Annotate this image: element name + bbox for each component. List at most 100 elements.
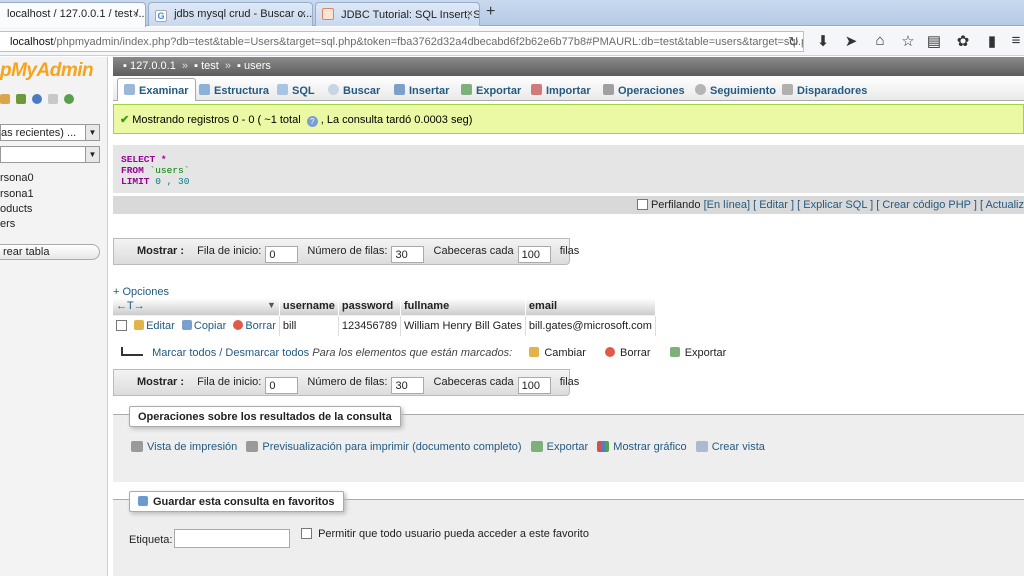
- show-chart-label: Mostrar gráfico: [613, 441, 687, 453]
- delete-icon: [604, 347, 615, 357]
- headers-every-input[interactable]: 100: [517, 377, 551, 394]
- bookmark-label-input[interactable]: [174, 529, 290, 548]
- tree-item-persona0[interactable]: rsona0: [0, 172, 34, 184]
- sql-keyword: FROM: [121, 165, 144, 176]
- chevron-down-icon[interactable]: ▼: [267, 300, 276, 310]
- export-results-label: Exportar: [546, 441, 589, 453]
- breadcrumb-database[interactable]: test: [201, 60, 219, 72]
- create-table-button[interactable]: rear tabla: [0, 244, 100, 260]
- delete-label: Borrar: [620, 347, 651, 359]
- start-row-input[interactable]: 0: [265, 246, 299, 263]
- tab-label: Disparadores: [797, 85, 868, 97]
- headers-every-input[interactable]: 100: [517, 246, 551, 263]
- tab-buscar[interactable]: Buscar: [321, 78, 387, 100]
- tab-label: Operaciones: [618, 85, 685, 97]
- print-full-link[interactable]: Previsualización para imprimir (document…: [246, 441, 522, 453]
- table-icon: ▪: [237, 60, 241, 72]
- options-link[interactable]: + Opciones: [113, 286, 169, 298]
- bookmark-public-option[interactable]: Permitir que todo usuario pueda acceder …: [301, 528, 589, 540]
- download-icon[interactable]: ⬇: [814, 32, 832, 50]
- tab-operaciones[interactable]: Operaciones: [596, 78, 692, 100]
- create-php-code-link[interactable]: [ Crear código PHP ]: [876, 199, 977, 211]
- tab-sql[interactable]: SQL: [270, 78, 322, 100]
- send-icon[interactable]: ➤: [842, 32, 860, 50]
- print-view-link[interactable]: Vista de impresión: [131, 441, 237, 453]
- menu-icon[interactable]: ≡: [1007, 32, 1024, 49]
- copy-row-link[interactable]: Copiar: [194, 320, 226, 332]
- cell-password[interactable]: 123456789: [338, 314, 401, 336]
- arrow-up-icon: [121, 347, 143, 356]
- tab-seguimiento[interactable]: Seguimiento: [688, 78, 783, 100]
- column-arrows-icon[interactable]: ←T→: [116, 300, 145, 312]
- row-checkbox[interactable]: [116, 319, 127, 331]
- tree-item-products[interactable]: oducts: [0, 203, 32, 215]
- tab-label: Importar: [546, 85, 591, 97]
- star-icon[interactable]: ☆: [899, 32, 917, 50]
- reload-nav-icon[interactable]: [64, 94, 74, 104]
- tree-item-persona1[interactable]: rsona1: [0, 188, 34, 200]
- bookmark-public-label: Permitir que todo usuario pueda acceder …: [318, 528, 589, 540]
- tab-examinar[interactable]: Examinar: [117, 78, 196, 101]
- cell-email[interactable]: bill.gates@microsoft.com: [525, 314, 656, 336]
- reading-list-icon[interactable]: ▤: [925, 32, 943, 50]
- export-selected-button[interactable]: Exportar: [666, 347, 726, 359]
- tab-insertar[interactable]: Insertar: [387, 78, 456, 100]
- show-chart-link[interactable]: Mostrar gráfico: [597, 441, 687, 453]
- edit-query-link[interactable]: [ Editar ]: [753, 199, 794, 211]
- close-tab-icon[interactable]: ×: [300, 8, 306, 20]
- home-icon[interactable]: ⌂: [871, 32, 889, 49]
- delete-row-link[interactable]: Borrar: [245, 320, 276, 332]
- home-icon[interactable]: [0, 94, 10, 104]
- change-selected-button[interactable]: Cambiar: [525, 347, 586, 359]
- column-header-password[interactable]: password: [338, 298, 401, 315]
- create-view-link[interactable]: Crear vista: [695, 441, 765, 453]
- extension-icon[interactable]: ✿: [954, 32, 972, 50]
- database-select[interactable]: ▼: [0, 146, 100, 163]
- sql-limit-values: 0 , 30: [149, 176, 190, 187]
- close-tab-icon[interactable]: ×: [133, 8, 139, 20]
- sort-arrows-header[interactable]: ←T→ ▼: [113, 298, 280, 315]
- refresh-link[interactable]: [ Actualiz: [980, 199, 1024, 211]
- table-tabs: Examinar Estructura SQL Buscar Insertar …: [113, 76, 1024, 101]
- check-all-link[interactable]: Marcar todos / Desmarcar todos: [152, 347, 309, 359]
- explain-sql-link[interactable]: [ Explicar SQL ]: [797, 199, 873, 211]
- recent-tables-select[interactable]: as recientes) ... ▼: [0, 124, 100, 141]
- browser-tab-google-search[interactable]: G jdbs mysql crud - Buscar c... ×: [148, 2, 313, 26]
- browser-tab-strip: localhost / 127.0.0.1 / test /... × G jd…: [0, 0, 1024, 27]
- breadcrumb-table[interactable]: users: [244, 60, 271, 72]
- logout-icon[interactable]: [16, 94, 26, 104]
- edit-row-link[interactable]: Editar: [146, 320, 175, 332]
- docs-icon[interactable]: [48, 94, 58, 104]
- new-tab-button[interactable]: +: [486, 3, 495, 21]
- tab-estructura[interactable]: Estructura: [192, 78, 276, 100]
- column-header-fullname[interactable]: fullname: [400, 298, 526, 315]
- rows-count-input[interactable]: 30: [391, 246, 425, 263]
- reload-icon[interactable]: ↻: [788, 34, 799, 50]
- tab-disparadores[interactable]: Disparadores: [775, 78, 874, 100]
- column-header-email[interactable]: email: [525, 298, 656, 315]
- help-icon[interactable]: [32, 94, 42, 104]
- bookmark-public-checkbox[interactable]: [301, 528, 312, 539]
- address-bar[interactable]: localhost/phpmyadmin/index.php?db=test&t…: [0, 31, 804, 52]
- battery-icon[interactable]: ▮: [983, 32, 1001, 50]
- query-operations-legend: Operaciones sobre los resultados de la c…: [129, 406, 401, 427]
- tab-importar[interactable]: Importar: [524, 78, 598, 100]
- column-header-username[interactable]: username: [279, 298, 339, 315]
- inline-edit-link[interactable]: [En línea]: [704, 199, 750, 211]
- phpmyadmin-logo[interactable]: pMyAdmin: [0, 60, 94, 82]
- breadcrumb-server[interactable]: 127.0.0.1: [130, 60, 176, 72]
- start-row-input[interactable]: 0: [265, 377, 299, 394]
- profiling-checkbox[interactable]: [636, 199, 648, 210]
- close-tab-icon[interactable]: ×: [467, 8, 473, 20]
- cell-username[interactable]: bill: [279, 314, 339, 336]
- help-icon[interactable]: ?: [306, 116, 318, 127]
- cell-fullname[interactable]: William Henry Bill Gates: [400, 314, 526, 336]
- export-results-link[interactable]: Exportar: [530, 441, 589, 453]
- tab-exportar[interactable]: Exportar: [454, 78, 528, 100]
- browser-tab-jdbc-tutorial[interactable]: JDBC Tutorial: SQL Insert, S... ×: [315, 2, 480, 26]
- tree-item-users[interactable]: ers: [0, 218, 15, 230]
- sql-query-box[interactable]: SELECT * FROM `users` LIMIT 0 , 30: [113, 145, 1024, 193]
- delete-selected-button[interactable]: Borrar: [601, 347, 651, 359]
- rows-count-input[interactable]: 30: [391, 377, 425, 394]
- browser-tab-phpmyadmin[interactable]: localhost / 127.0.0.1 / test /... ×: [0, 2, 146, 27]
